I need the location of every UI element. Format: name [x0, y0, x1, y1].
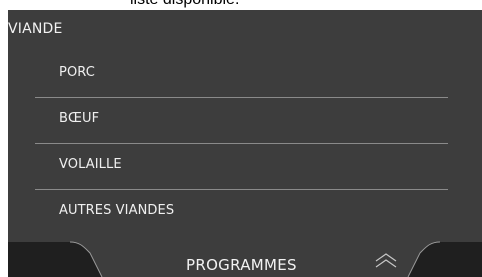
list-item-label: AUTRES VIANDES: [59, 203, 175, 218]
meat-category-list: PORC BŒUF VOLAILLE AUTRES VIANDES: [35, 52, 448, 235]
screen-title: VIANDE: [8, 21, 63, 37]
list-item-label: BŒUF: [59, 111, 100, 126]
list-item-label: PORC: [59, 65, 95, 80]
page-caption-strip: liste disponible.: [0, 0, 482, 10]
list-item-porc[interactable]: PORC: [35, 52, 448, 97]
list-item-label: VOLAILLE: [59, 157, 122, 172]
programmes-tab-bar[interactable]: PROGRAMMES: [8, 239, 482, 277]
page-caption: liste disponible.: [130, 0, 239, 9]
list-item-volaille[interactable]: VOLAILLE: [35, 144, 448, 189]
programmes-label: PROGRAMMES: [186, 256, 297, 274]
list-item-autres-viandes[interactable]: AUTRES VIANDES: [35, 190, 448, 235]
appliance-screen: VIANDE PORC BŒUF VOLAILLE AUTRES VIANDES: [8, 10, 482, 277]
chevron-up-double-icon[interactable]: [374, 252, 398, 270]
list-item-boeuf[interactable]: BŒUF: [35, 98, 448, 143]
